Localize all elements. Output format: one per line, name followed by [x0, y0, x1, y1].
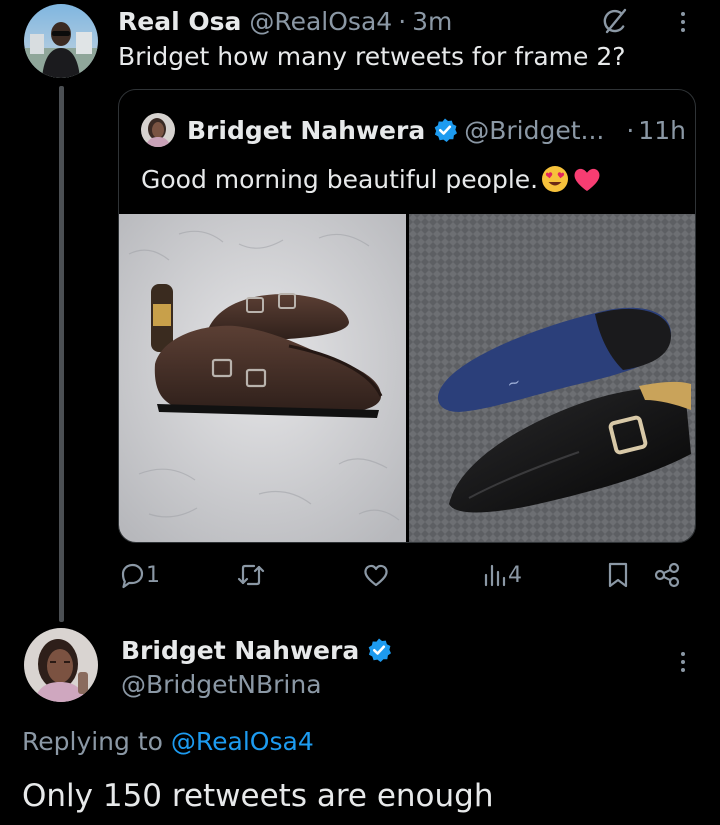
pink-heart-emoji: [572, 164, 602, 194]
brown-monk-strap-shoes-photo[interactable]: [119, 214, 406, 542]
reply-text: Only 150 retweets are enough: [22, 778, 494, 814]
share-icon: [652, 561, 682, 589]
views-count: 4: [508, 562, 522, 588]
author-handle[interactable]: @RealOsa4: [249, 7, 392, 36]
quoted-text: Good morning beautiful people.: [141, 164, 539, 194]
quoted-author-handle[interactable]: @Bridget...: [464, 116, 604, 145]
separator-dot: ·: [626, 115, 635, 145]
bookmark-icon: [606, 561, 630, 589]
retweet-icon: [236, 561, 266, 589]
quoted-timestamp[interactable]: 11h: [638, 116, 686, 145]
reply-author-row: Bridget Nahwera: [121, 632, 398, 668]
reply-count: 1: [146, 562, 160, 588]
bookmark-button[interactable]: [606, 561, 630, 589]
reply-author-name[interactable]: Bridget Nahwera: [121, 636, 359, 665]
black-monk-strap-shoes-photo[interactable]: ~: [409, 214, 695, 542]
replying-to-mention[interactable]: @RealOsa4: [171, 727, 314, 756]
reply-author-handle[interactable]: @BridgetNBrina: [121, 670, 322, 699]
views-icon: [482, 561, 506, 589]
separator-dot: ·: [398, 6, 407, 36]
reply-icon: [118, 561, 146, 589]
like-icon: [362, 561, 390, 589]
retweet-button[interactable]: [236, 561, 266, 589]
tweet-text: Bridget how many retweets for frame 2?: [118, 42, 626, 71]
quoted-tweet[interactable]: Bridget Nahwera @Bridget... · 11h Good m…: [118, 89, 696, 543]
verified-badge-icon: [366, 637, 392, 663]
more-options-icon[interactable]: [668, 644, 698, 680]
quoted-author-name[interactable]: Bridget Nahwera: [187, 116, 425, 145]
replying-to-line: Replying to @RealOsa4: [22, 727, 314, 756]
avatar[interactable]: [24, 4, 98, 78]
quoted-avatar[interactable]: [141, 113, 175, 147]
reply-button[interactable]: 1: [118, 561, 160, 589]
timestamp[interactable]: 3m: [412, 7, 452, 36]
share-button[interactable]: [652, 561, 682, 589]
quoted-text-row: Good morning beautiful people.: [141, 164, 602, 194]
heart-eyes-emoji: [540, 164, 570, 194]
grok-icon[interactable]: [600, 6, 630, 36]
thread-line: [59, 86, 64, 622]
reply-avatar[interactable]: [24, 628, 98, 702]
like-button[interactable]: [362, 561, 390, 589]
author-name[interactable]: Real Osa: [118, 7, 241, 36]
verified-badge-icon: [432, 117, 458, 143]
quoted-header: Bridget Nahwera @Bridget... · 11h: [187, 112, 686, 148]
more-options-icon[interactable]: [668, 6, 698, 38]
replying-label: Replying to: [22, 727, 163, 756]
tweet-header: Real Osa @RealOsa4 · 3m: [118, 4, 452, 38]
views-button[interactable]: 4: [482, 561, 522, 589]
